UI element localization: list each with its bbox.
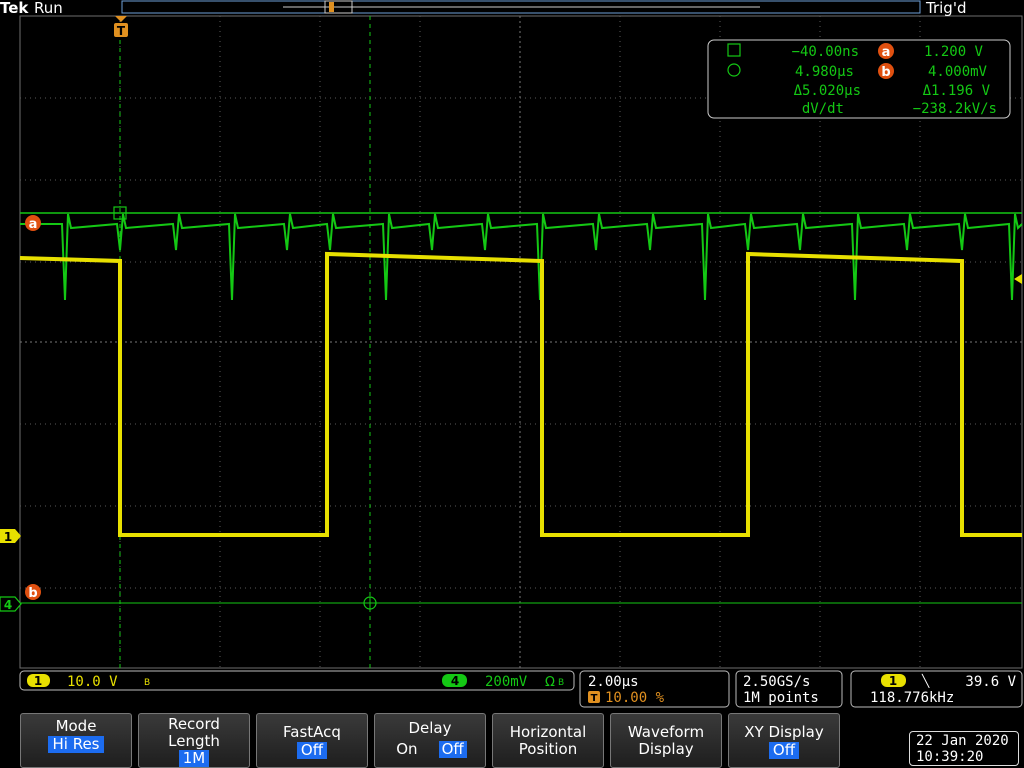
svg-text:a: a (29, 217, 38, 232)
delta-voltage: Δ1.196 V (923, 83, 991, 99)
cursor-readout-panel: −40.00ns 4.980µs Δ5.020µs dV/dt a b 1.20… (707, 39, 1011, 119)
ch4-ground-marker[interactable]: 4 (0, 596, 22, 612)
dvdt-label: dV/dt (802, 101, 844, 117)
ch4-termination-icon: Ω (545, 675, 555, 690)
svg-text:1: 1 (4, 530, 12, 544)
waveform-display-softkey[interactable]: Waveform Display (610, 713, 722, 768)
cursor-b-badge: b (25, 584, 41, 601)
trigger-source-label: 1 (889, 674, 897, 688)
date-time-display: 22 Jan 2020 10:39:20 (909, 731, 1019, 766)
fastacq-softkey[interactable]: FastAcq Off (256, 713, 368, 768)
trigger-status: Trig'd (925, 0, 966, 17)
fastacq-value: Off (296, 742, 328, 759)
horizontal-position-softkey[interactable]: Horizontal Position (492, 713, 604, 768)
oscilloscope-display: Tek Run Trig'd T a 1 b 4 −40.00ns 4.980µ… (0, 0, 1023, 708)
cursor-a-voltage: 1.200 V (924, 44, 984, 60)
trigger-frequency: 118.776kHz (870, 690, 954, 706)
channel-info-bar: 1 10.0 V B 4 200mV Ω B (19, 670, 575, 691)
svg-text:4: 4 (4, 598, 12, 612)
dvdt-value: −238.2kV/s (913, 101, 997, 117)
readout-b-badge: b (881, 65, 890, 80)
sample-rate: 2.50GS/s (743, 674, 810, 690)
run-state: Run (34, 0, 63, 17)
acquisition-panel[interactable]: 2.50GS/s 1M points (735, 670, 843, 708)
record-length-label: Record (168, 715, 220, 733)
delay-off-option[interactable]: Off (438, 741, 467, 758)
ch1-indicator-label: 1 (34, 674, 42, 688)
cursor-a-badge: a (25, 215, 41, 232)
date: 22 Jan 2020 (916, 733, 1009, 749)
trigger-position-marker[interactable]: T (114, 16, 128, 38)
horizontal-scale: 2.00µs (588, 674, 639, 690)
mode-softkey[interactable]: Mode Hi Res (20, 713, 132, 768)
trigger-level-marker[interactable] (1014, 274, 1022, 284)
cursor-b-time: 4.980µs (795, 64, 854, 80)
record-length-label2: Length (168, 732, 220, 750)
ch4-indicator-label: 4 (451, 674, 459, 688)
trigger-position-percent: 10.00 % (605, 690, 665, 706)
svg-text:b: b (28, 586, 37, 601)
record-length-softkey[interactable]: Record Length 1M (138, 713, 250, 768)
falling-edge-icon: ╲ (921, 673, 930, 688)
timebase-panel[interactable]: 2.00µs T 10.00 % (579, 670, 730, 708)
ch1-bandwidth-icon: B (144, 678, 150, 688)
fastacq-label: FastAcq (283, 723, 341, 741)
mode-label: Mode (55, 717, 97, 735)
readout-a-badge: a (882, 45, 891, 60)
mode-value: Hi Res (48, 736, 104, 753)
record-length-value: 1M (178, 750, 210, 767)
waveform-display-label: Waveform (627, 723, 705, 741)
trigger-point-indicator (329, 2, 334, 12)
delay-softkey[interactable]: Delay On Off (374, 713, 486, 768)
time: 10:39:20 (916, 749, 984, 765)
record-length-points: 1M points (743, 690, 819, 706)
ch1-waveform (19, 251, 1022, 537)
trigger-level: 39.6 V (965, 674, 1016, 690)
cursor-b-voltage: 4.000mV (928, 64, 988, 80)
trigger-marker-label: T (117, 24, 126, 38)
delay-label: Delay (408, 719, 452, 737)
horizontal-position-label: Horizontal (509, 723, 587, 741)
ch4-bandwidth-icon: B (558, 678, 564, 688)
horizontal-position-label2: Position (518, 740, 578, 758)
tek-brand: Tek (0, 0, 29, 17)
trigger-panel[interactable]: 1 ╲ 39.6 V 118.776kHz (850, 670, 1023, 708)
ch4-scale: 200mV (485, 674, 528, 690)
waveform-display-label2: Display (638, 740, 694, 758)
xy-display-label: XY Display (744, 723, 824, 741)
ch1-trace (19, 251, 1022, 537)
xy-display-value: Off (768, 742, 800, 759)
ch1-ground-marker[interactable]: 1 (0, 529, 21, 544)
delta-time: Δ5.020µs (794, 83, 861, 99)
xy-display-softkey[interactable]: XY Display Off (728, 713, 840, 768)
trigger-marker-letter: T (591, 693, 598, 704)
ch1-scale: 10.0 V (67, 674, 118, 690)
record-view-bar (121, 0, 921, 14)
cursor-a-time: −40.00ns (792, 44, 859, 60)
delay-on-option[interactable]: On (393, 741, 420, 758)
